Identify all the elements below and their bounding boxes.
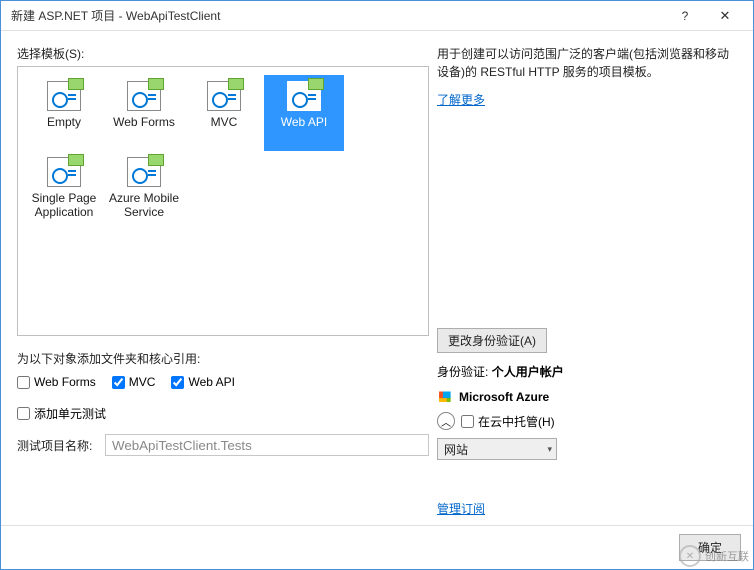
checkbox-webforms[interactable]: Web Forms <box>17 375 96 389</box>
left-pane: 选择模板(S): Empty Web Forms MVC Web API <box>17 45 429 517</box>
checkbox-webapi-input[interactable] <box>171 376 184 389</box>
auth-label-row: 身份验证: 个人用户帐户 <box>437 363 737 380</box>
template-icon <box>47 81 81 111</box>
template-mvc[interactable]: MVC <box>184 75 264 151</box>
template-icon <box>287 81 321 111</box>
titlebar: 新建 ASP.NET 项目 - WebApiTestClient ? ✕ <box>1 1 753 31</box>
checkbox-unittest[interactable]: 添加单元测试 <box>17 405 429 422</box>
test-project-input[interactable] <box>105 434 429 456</box>
template-icon <box>127 157 161 187</box>
checkbox-mvc[interactable]: MVC <box>112 375 156 389</box>
help-button[interactable]: ? <box>665 9 705 23</box>
checkbox-unittest-input[interactable] <box>17 407 30 420</box>
expand-button[interactable]: ︿ <box>437 412 455 430</box>
watermark: ✕ 创新互联 <box>679 545 749 567</box>
template-icon <box>47 157 81 187</box>
template-empty[interactable]: Empty <box>24 75 104 151</box>
window-title: 新建 ASP.NET 项目 - WebApiTestClient <box>11 7 665 24</box>
template-icon <box>127 81 161 111</box>
watermark-icon: ✕ <box>679 545 701 567</box>
checkbox-webapi[interactable]: Web API <box>171 375 234 389</box>
checkbox-host[interactable]: 在云中托管(H) <box>461 413 555 430</box>
content-area: 选择模板(S): Empty Web Forms MVC Web API <box>1 31 753 525</box>
test-project-label: 测试项目名称: <box>17 437 95 454</box>
checkbox-webforms-input[interactable] <box>17 376 30 389</box>
template-webforms[interactable]: Web Forms <box>104 75 184 151</box>
checkbox-mvc-input[interactable] <box>112 376 125 389</box>
template-icon <box>207 81 241 111</box>
azure-header: Microsoft Azure <box>437 390 737 404</box>
checkbox-host-input[interactable] <box>461 415 474 428</box>
template-list: Empty Web Forms MVC Web API Single Page … <box>17 66 429 336</box>
change-auth-button[interactable]: 更改身份验证(A) <box>437 328 547 353</box>
host-row: ︿ 在云中托管(H) <box>437 412 737 430</box>
refs-checkbox-row: Web Forms MVC Web API <box>17 375 429 389</box>
manage-subscription-row: 管理订阅 <box>437 500 737 517</box>
host-type-combo[interactable]: 网站 ▾ <box>437 438 557 460</box>
close-button[interactable]: ✕ <box>705 8 745 24</box>
right-pane: 用于创建可以访问范围广泛的客户端(包括浏览器和移动设备)的 RESTful HT… <box>437 45 737 517</box>
auth-section: 更改身份验证(A) 身份验证: 个人用户帐户 Microsoft Azure ︿… <box>437 328 737 517</box>
test-project-row: 测试项目名称: <box>17 434 429 456</box>
template-spa[interactable]: Single Page Application <box>24 151 104 227</box>
dialog-window: 新建 ASP.NET 项目 - WebApiTestClient ? ✕ 选择模… <box>0 0 754 570</box>
learn-more-link[interactable]: 了解更多 <box>437 91 737 108</box>
template-webapi[interactable]: Web API <box>264 75 344 151</box>
azure-icon <box>443 392 451 399</box>
template-azure-mobile[interactable]: Azure Mobile Service <box>104 151 184 227</box>
select-template-label: 选择模板(S): <box>17 45 429 62</box>
chevron-down-icon: ▾ <box>547 444 552 455</box>
dialog-footer: 确定 ✕ 创新互联 <box>1 525 753 569</box>
auth-value: 个人用户帐户 <box>492 365 564 379</box>
manage-subscription-link[interactable]: 管理订阅 <box>437 500 485 517</box>
add-refs-label: 为以下对象添加文件夹和核心引用: <box>17 350 429 367</box>
template-description: 用于创建可以访问范围广泛的客户端(包括浏览器和移动设备)的 RESTful HT… <box>437 45 737 81</box>
